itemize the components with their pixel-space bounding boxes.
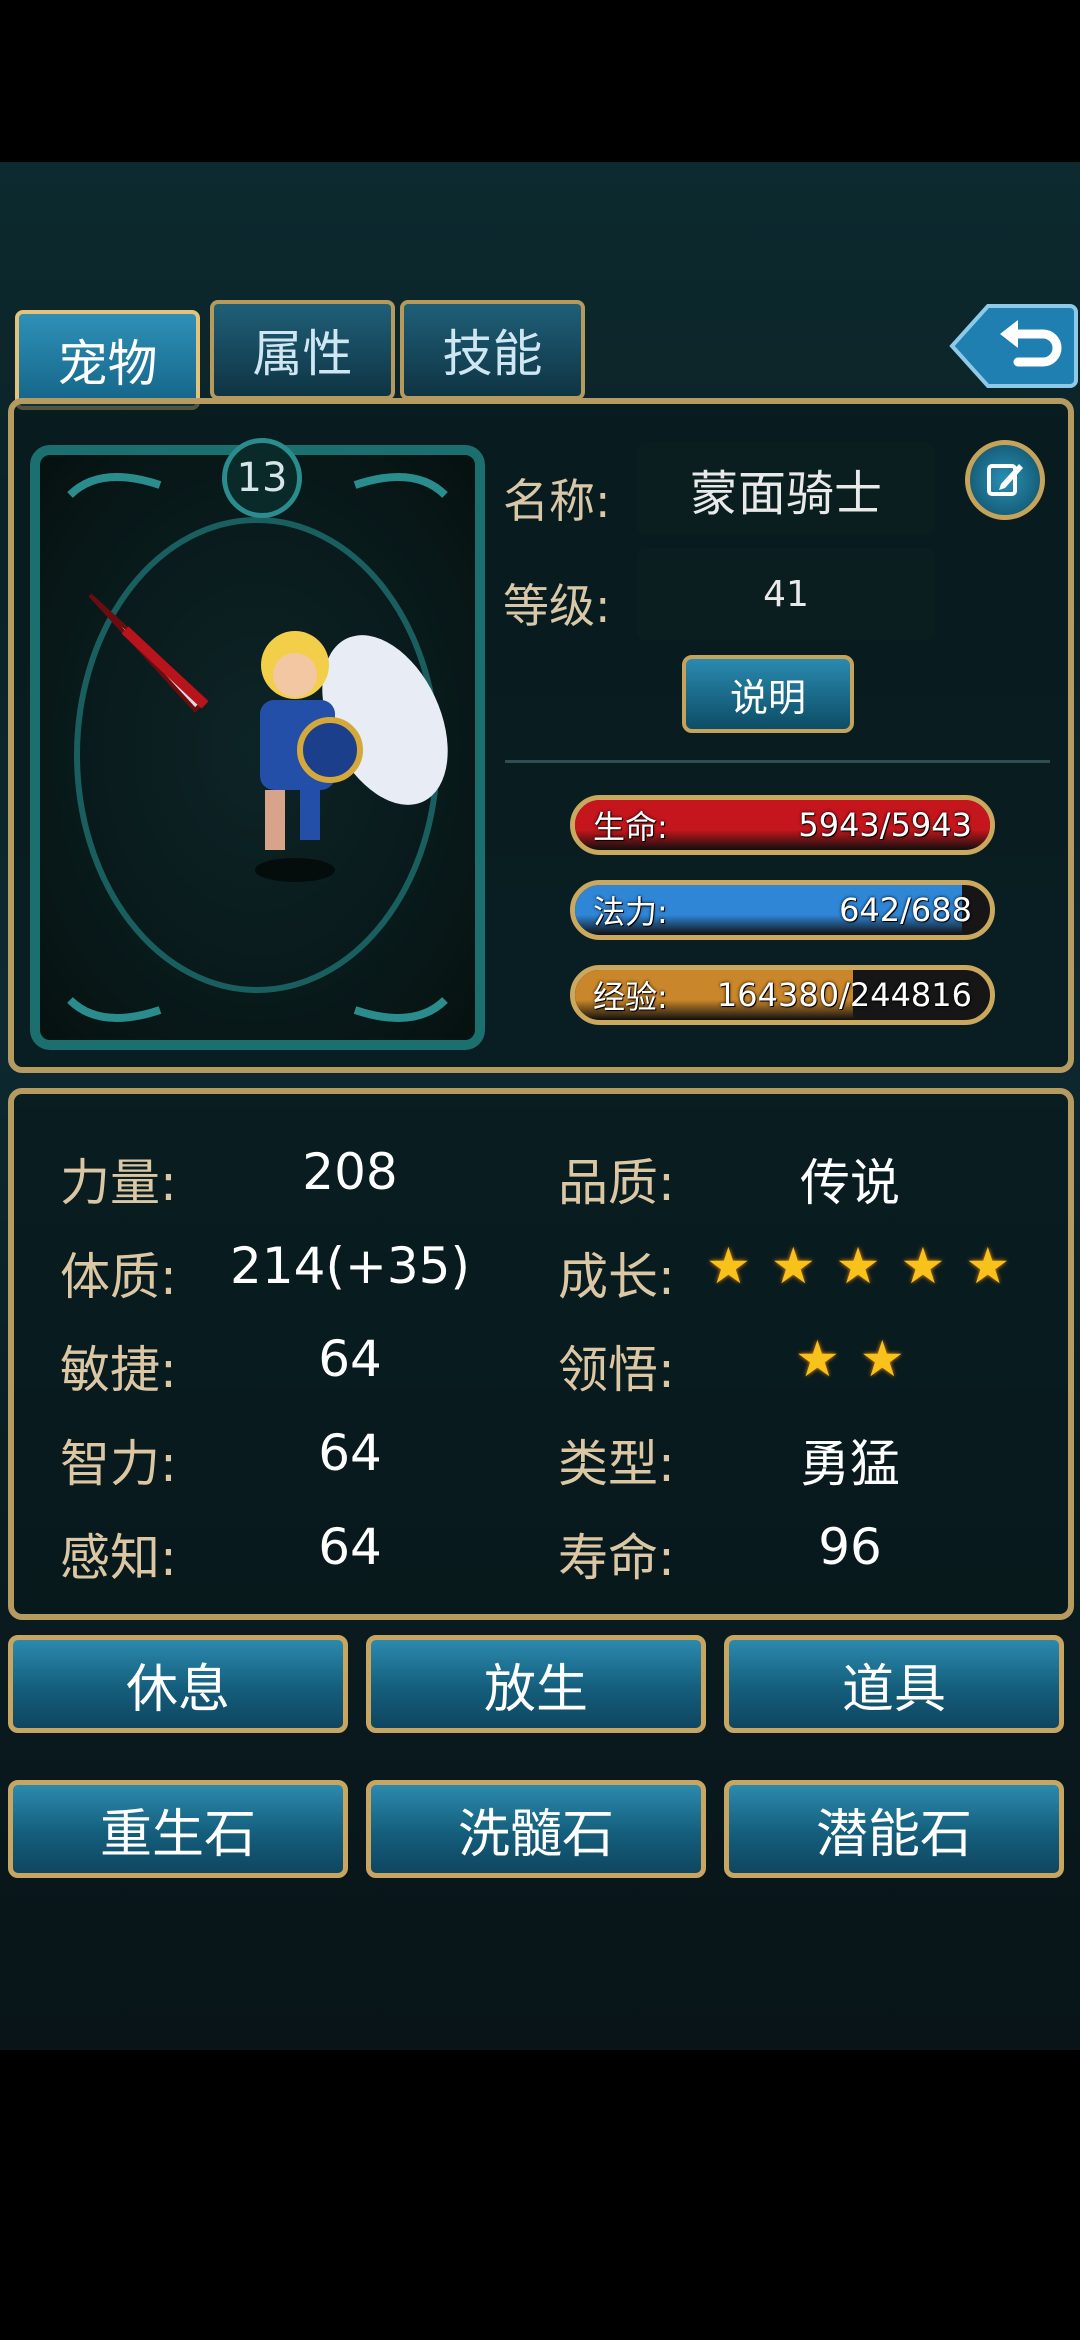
- pet-level-value: 41: [637, 548, 935, 640]
- quality-label: 品质:: [558, 1154, 675, 1212]
- pet-slot-badge: 13: [222, 438, 302, 518]
- divider: [505, 760, 1050, 763]
- growth-label: 成长:: [558, 1248, 675, 1306]
- star-icon: ★: [770, 1237, 816, 1295]
- star-icon: ★: [900, 1237, 946, 1295]
- quality-value: 传说: [800, 1154, 900, 1212]
- comprehension-stars: ★ ★: [795, 1330, 905, 1388]
- star-icon: ★: [965, 1237, 1011, 1295]
- back-icon[interactable]: [948, 300, 1078, 392]
- rest-button[interactable]: 休息: [8, 1635, 348, 1733]
- items-button[interactable]: 道具: [724, 1635, 1064, 1733]
- release-button[interactable]: 放生: [366, 1635, 706, 1733]
- lifespan-value: 96: [818, 1518, 882, 1576]
- strength-label: 力量:: [60, 1154, 177, 1212]
- hp-bar: 生命: 5943/5943: [570, 795, 995, 855]
- tab-attributes[interactable]: 属性: [210, 300, 395, 400]
- growth-stars: ★ ★ ★ ★ ★: [706, 1237, 1010, 1295]
- type-label: 类型:: [558, 1435, 675, 1493]
- star-icon: ★: [835, 1237, 881, 1295]
- lifespan-label: 寿命:: [558, 1529, 675, 1587]
- marrow-stone-button[interactable]: 洗髓石: [366, 1780, 706, 1878]
- intelligence-label: 智力:: [60, 1435, 177, 1493]
- nav-bar-area: [0, 2050, 1080, 2340]
- exp-bar: 经验: 164380/244816: [570, 965, 995, 1025]
- exp-label: 经验:: [593, 978, 668, 1016]
- comprehension-label: 领悟:: [558, 1341, 675, 1399]
- exp-value: 164380/244816: [716, 976, 972, 1014]
- hp-value: 5943/5943: [798, 806, 972, 844]
- agility-label: 敏捷:: [60, 1341, 177, 1399]
- perception-label: 感知:: [60, 1529, 177, 1587]
- strength-value: 208: [302, 1143, 398, 1201]
- star-icon: ★: [795, 1330, 840, 1388]
- hp-label: 生命:: [593, 808, 668, 846]
- perception-value: 64: [318, 1518, 382, 1576]
- edit-name-button[interactable]: [965, 440, 1045, 520]
- mp-value: 642/688: [839, 891, 972, 929]
- star-icon: ★: [706, 1237, 751, 1295]
- level-label: 等级:: [503, 579, 611, 633]
- tab-skills[interactable]: 技能: [400, 300, 585, 400]
- mp-label: 法力:: [593, 893, 668, 931]
- mp-bar: 法力: 642/688: [570, 880, 995, 940]
- constitution-label: 体质:: [60, 1248, 177, 1306]
- agility-value: 64: [318, 1330, 382, 1388]
- name-label: 名称:: [503, 474, 611, 528]
- potential-stone-button[interactable]: 潜能石: [724, 1780, 1064, 1878]
- constitution-value: 214(+35): [230, 1237, 470, 1295]
- pet-sprite-image: [88, 593, 448, 882]
- type-value: 勇猛: [800, 1435, 900, 1493]
- intelligence-value: 64: [318, 1424, 382, 1482]
- edit-icon: [987, 464, 1023, 496]
- star-icon: ★: [859, 1330, 905, 1388]
- status-bar-area: [0, 0, 1080, 162]
- rebirth-stone-button[interactable]: 重生石: [8, 1780, 348, 1878]
- pet-name-value: 蒙面骑士: [637, 443, 935, 535]
- explain-button[interactable]: 说明: [682, 655, 854, 733]
- tab-pet[interactable]: 宠物: [15, 310, 200, 410]
